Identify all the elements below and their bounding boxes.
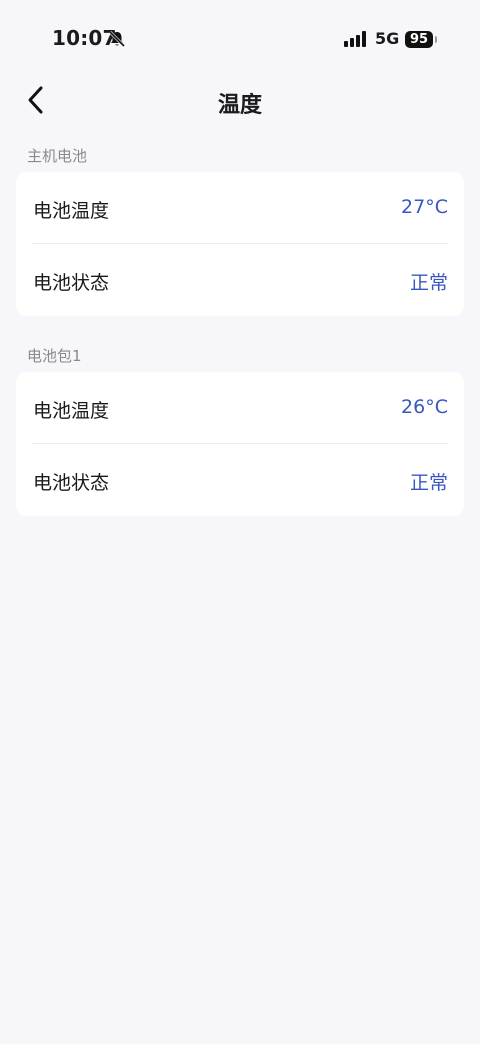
battery-tip — [435, 36, 437, 43]
battery-pack-1-card: 电池温度 26°C 电池状态 正常 — [16, 372, 464, 516]
section-label-host-battery: 主机电池 — [27, 147, 88, 165]
battery-status-row[interactable]: 电池状态 正常 — [16, 244, 464, 316]
battery-temperature-row[interactable]: 电池温度 27°C — [16, 172, 464, 244]
page-title: 温度 — [217, 93, 262, 118]
status-value: 正常 — [409, 272, 448, 294]
status-time: 10:07 — [52, 26, 117, 50]
row-label: 电池温度 — [33, 200, 110, 222]
temperature-value: 27°C — [401, 196, 448, 218]
battery-icon: 95 — [405, 31, 433, 48]
battery-status-row[interactable]: 电池状态 正常 — [16, 444, 464, 516]
row-label: 电池温度 — [33, 400, 110, 422]
navigation-bar: 温度 — [0, 78, 480, 124]
temperature-value: 26°C — [401, 396, 448, 418]
host-battery-card: 电池温度 27°C 电池状态 正常 — [16, 172, 464, 316]
network-type: 5G — [375, 29, 400, 48]
status-bar: 10:07 5G 95 — [0, 0, 480, 78]
bell-muted-icon — [108, 30, 126, 48]
row-label: 电池状态 — [33, 472, 110, 494]
section-label-battery-pack-1: 电池包1 — [27, 347, 82, 365]
status-value: 正常 — [409, 472, 448, 494]
row-label: 电池状态 — [33, 272, 110, 294]
signal-icon — [344, 31, 368, 47]
battery-temperature-row[interactable]: 电池温度 26°C — [16, 372, 464, 444]
